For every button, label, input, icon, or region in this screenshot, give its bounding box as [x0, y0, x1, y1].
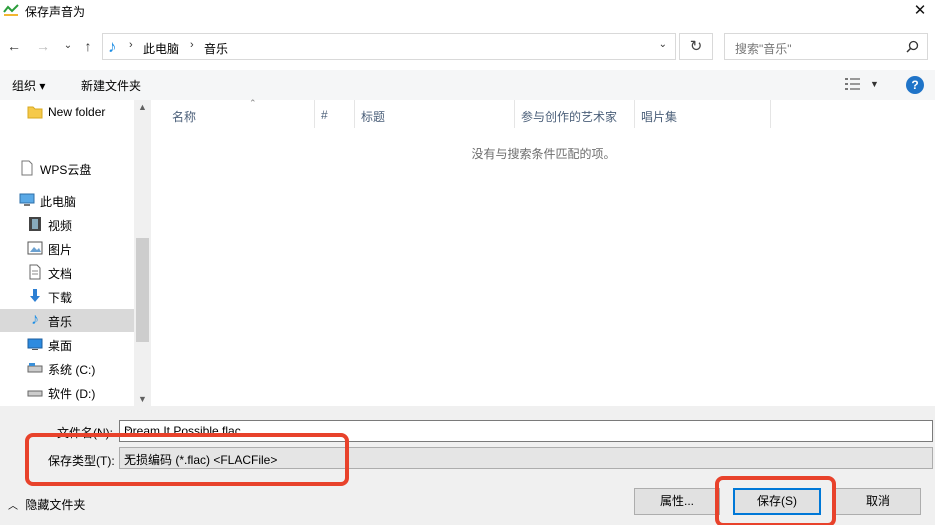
forward-button[interactable]: → — [33, 36, 53, 56]
folder-icon — [27, 106, 43, 119]
music-icon: ♪ — [108, 37, 117, 56]
up-button[interactable]: ↑ — [78, 36, 98, 56]
search-placeholder: 搜索"音乐" — [735, 42, 792, 56]
column-header-label: 参与创作的艺术家 — [521, 110, 618, 124]
column-header-name[interactable]: 名称 ⌃ — [166, 98, 315, 128]
sidebar-item-label: 图片 — [48, 243, 73, 257]
chevron-up-icon: ︿ — [8, 501, 18, 512]
chevron-right-icon: › — [129, 39, 133, 51]
sidebar-item-downloads[interactable]: 下载 — [0, 285, 134, 308]
music-icon: ♪ — [31, 311, 39, 328]
title-bar: 保存声音为 ✕ — [0, 0, 935, 22]
chevron-right-icon: › — [190, 39, 194, 51]
refresh-button[interactable]: ↻ — [679, 33, 713, 60]
document-icon — [29, 264, 41, 280]
recent-locations-button[interactable]: ⌄ — [58, 36, 78, 56]
close-button[interactable]: ✕ — [905, 0, 935, 22]
chevron-down-icon[interactable]: ⌄ — [659, 39, 667, 50]
sidebar-item-documents[interactable]: 文档 — [0, 261, 134, 284]
scrollbar-thumb[interactable] — [136, 238, 149, 342]
sidebar-item-label: WPS云盘 — [40, 163, 92, 177]
view-options-icon[interactable] — [845, 77, 861, 91]
view-dropdown-icon[interactable]: ▼ — [870, 79, 879, 89]
download-icon — [30, 289, 40, 302]
sidebar-item-this-pc[interactable]: 此电脑 — [0, 189, 134, 212]
empty-message: 没有与搜索条件匹配的项。 — [471, 147, 616, 161]
sidebar-item-drive-d[interactable]: 软件 (D:) — [0, 381, 134, 404]
hide-folders-label: 隐藏文件夹 — [25, 498, 86, 512]
sidebar-item-pictures[interactable]: 图片 — [0, 237, 134, 260]
breadcrumb-music[interactable]: 音乐 — [204, 40, 228, 57]
sidebar-item-label: 音乐 — [48, 315, 73, 329]
search-input[interactable]: 搜索"音乐" — [724, 33, 928, 60]
sidebar-item-desktop[interactable]: 桌面 — [0, 333, 134, 356]
highlight-annotation-save — [715, 476, 836, 525]
column-header-artists[interactable]: 参与创作的艺术家 — [515, 100, 635, 128]
scroll-up-icon[interactable]: ▲ — [138, 102, 147, 112]
sidebar-scrollbar[interactable]: ▲ ▼ — [134, 100, 151, 406]
sidebar-item-new-folder[interactable]: New folder — [0, 101, 134, 124]
drive-icon — [27, 390, 43, 397]
new-folder-button[interactable]: 新建文件夹 — [81, 77, 141, 94]
breadcrumb-this-pc[interactable]: 此电脑 — [143, 40, 179, 57]
sort-ascending-icon: ⌃ — [249, 98, 257, 108]
column-header-number[interactable]: # — [315, 100, 355, 128]
navigation-pane: New folder WPS云盘 此电脑 视频 图片 文档 下载 ♪ 音乐 桌面… — [0, 100, 152, 406]
picture-icon — [27, 241, 43, 255]
help-icon[interactable]: ? — [906, 76, 924, 94]
sidebar-item-label: 桌面 — [48, 339, 73, 353]
column-header-label: 名称 — [172, 110, 197, 124]
sidebar-item-label: 文档 — [48, 267, 73, 281]
sidebar-item-label: 软件 (D:) — [48, 387, 96, 401]
address-bar[interactable]: ♪ › 此电脑 › 音乐 ⌄ — [102, 33, 676, 60]
sidebar-item-music[interactable]: ♪ 音乐 — [0, 309, 134, 332]
sidebar-item-wps-cloud[interactable]: WPS云盘 — [0, 157, 134, 180]
properties-button[interactable]: 属性... — [634, 488, 720, 515]
scroll-down-icon[interactable]: ▼ — [138, 394, 147, 404]
cancel-button[interactable]: 取消 — [835, 488, 921, 515]
sidebar-item-label: New folder — [48, 105, 106, 119]
computer-icon — [19, 193, 35, 206]
hide-folders-toggle[interactable]: ︿ 隐藏文件夹 — [8, 496, 85, 513]
column-header-label: # — [321, 108, 328, 122]
back-button[interactable]: ← — [4, 36, 24, 56]
search-icon — [906, 40, 919, 53]
column-header-label: 唱片集 — [641, 110, 678, 124]
file-list: 名称 ⌃ # 标题 参与创作的艺术家 唱片集 没有与搜索条件匹配的项。 — [152, 98, 935, 406]
sidebar-item-drive-c[interactable]: 系统 (C:) — [0, 357, 134, 380]
save-options-panel: 文件名(N): Dream It Possible.flac ⌄ 保存类型(T)… — [0, 406, 935, 525]
navigation-bar: ← → ⌄ ↑ ♪ › 此电脑 › 音乐 ⌄ ↻ 搜索"音乐" — [0, 30, 935, 64]
drive-icon — [27, 363, 43, 373]
command-toolbar: 组织 ▾ 新建文件夹 ▼ ? — [0, 70, 935, 100]
column-header-label: 标题 — [361, 110, 386, 124]
desktop-icon — [27, 338, 43, 350]
column-header-title[interactable]: 标题 — [355, 100, 515, 128]
highlight-annotation-type — [25, 433, 349, 486]
sidebar-item-label: 视频 — [48, 219, 73, 233]
sidebar-item-label: 此电脑 — [40, 195, 77, 209]
sidebar-item-label: 系统 (C:) — [48, 363, 96, 377]
sidebar-item-label: 下载 — [48, 291, 73, 305]
document-icon — [21, 160, 33, 176]
window-title: 保存声音为 — [25, 5, 86, 19]
sidebar-item-videos[interactable]: 视频 — [0, 213, 134, 236]
video-icon — [29, 217, 41, 231]
app-logo-icon — [3, 4, 19, 16]
column-header-album[interactable]: 唱片集 — [635, 100, 771, 128]
organize-menu[interactable]: 组织 ▾ — [12, 77, 45, 94]
